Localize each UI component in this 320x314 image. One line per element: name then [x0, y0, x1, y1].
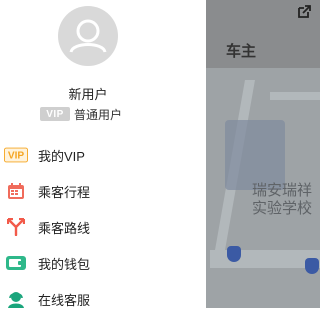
bus-stop-icon[interactable] [227, 246, 241, 262]
route-icon [4, 217, 28, 237]
menu-item-my-wallet[interactable]: 我的钱包 [0, 248, 206, 278]
menu-item-label: 乘客行程 [38, 184, 91, 200]
menu-item-passenger-routes[interactable]: 乘客路线 [0, 212, 206, 242]
map-place-label: 瑞安瑞祥实验学校 [252, 182, 313, 217]
menu-item-label: 在线客服 [38, 292, 91, 308]
svg-text:VIP: VIP [8, 151, 25, 162]
vip-badge: VIP [40, 107, 70, 121]
username: 新用户 [68, 87, 108, 102]
menu-item-my-vip[interactable]: VIP 我的VIP [0, 140, 206, 170]
level-label: 普通用户 [74, 107, 123, 122]
calendar-icon [4, 181, 28, 201]
member-level: VIP 普通用户 [40, 106, 122, 122]
menu-item-online-service[interactable]: 在线客服 [0, 284, 206, 314]
map-road [270, 92, 320, 100]
customer-service-icon [4, 289, 28, 309]
wallet-icon [4, 253, 28, 273]
avatar[interactable] [58, 6, 118, 66]
share-icon[interactable] [296, 4, 312, 20]
vip-icon: VIP [4, 145, 28, 165]
side-drawer: 新用户 VIP 普通用户 VIP 我的VIP 乘客行程 乘客路线 我的钱包 在线… [0, 0, 206, 308]
page-title: 车主 [226, 43, 257, 60]
menu-item-passenger-trips[interactable]: 乘客行程 [0, 176, 206, 206]
menu-item-label: 乘客路线 [38, 220, 91, 236]
menu-item-label: 我的钱包 [38, 256, 91, 272]
menu-item-label: 我的VIP [38, 148, 85, 164]
map-building [225, 120, 285, 190]
user-icon [69, 19, 107, 53]
bus-stop-icon[interactable] [305, 258, 319, 274]
